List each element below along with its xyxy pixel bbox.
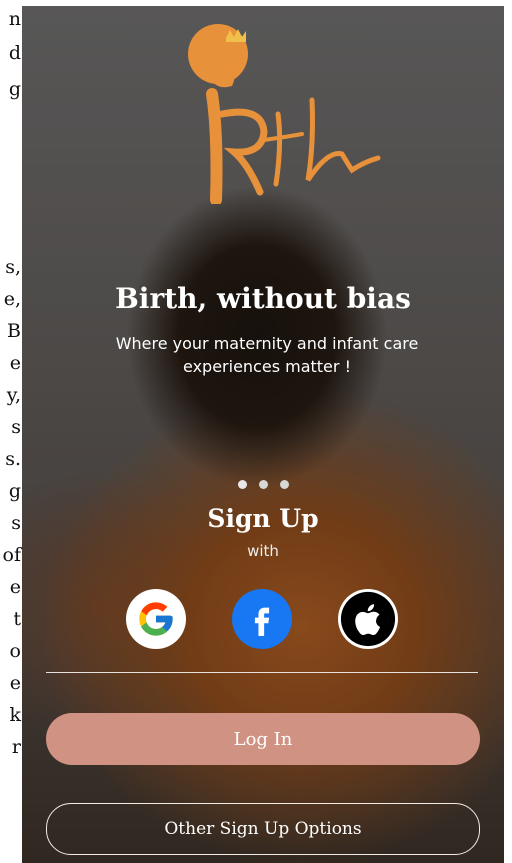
rth-logo — [188, 24, 381, 204]
hero-title: Birth, without bias — [115, 282, 411, 315]
side-text-line: e, — [3, 288, 21, 310]
side-text-line: g — [8, 78, 21, 100]
carousel-indicator[interactable] — [22, 480, 504, 489]
carousel-dot-3[interactable] — [279, 480, 289, 489]
apple-icon — [340, 591, 396, 647]
side-text-line: B — [7, 320, 21, 342]
side-text-line: t — [13, 608, 21, 630]
side-text-line: g — [8, 480, 21, 502]
google-signup-button[interactable] — [126, 589, 186, 649]
cropped-text-strip: n d g s, e, B e y, s s. g s of e t o e k… — [0, 0, 22, 863]
signup-with-label: with — [247, 542, 279, 560]
side-text-line: e — [9, 352, 21, 374]
side-text-line: n — [8, 8, 21, 30]
side-text-line: k — [9, 704, 21, 726]
google-icon — [139, 602, 173, 636]
other-signup-options-button[interactable]: Other Sign Up Options — [46, 803, 480, 855]
carousel-dot-1[interactable] — [237, 480, 247, 489]
side-text-line: r — [11, 736, 21, 758]
facebook-icon — [254, 607, 270, 636]
side-text-line: s, — [5, 256, 21, 278]
facebook-signup-button[interactable] — [232, 589, 292, 649]
login-button[interactable]: Log In — [46, 713, 480, 765]
signup-title: Sign Up — [207, 504, 319, 533]
side-text-line: d — [8, 42, 21, 64]
side-text-line: e — [9, 576, 21, 598]
welcome-screen: Birth, without bias Where your maternity… — [22, 6, 504, 863]
side-text-line: y, — [6, 384, 21, 406]
carousel-dot-2[interactable] — [258, 480, 268, 489]
side-text-line: of — [2, 544, 21, 566]
hero-subtitle: Where your maternity and infant care exp… — [115, 334, 419, 376]
side-text-line: e — [9, 672, 21, 694]
side-text-line: o — [9, 640, 21, 662]
side-text-line: s. — [5, 448, 21, 470]
side-text-line: s — [11, 512, 21, 534]
side-text-line: s — [11, 416, 21, 438]
divider — [46, 672, 478, 673]
apple-signup-button[interactable] — [338, 589, 398, 649]
